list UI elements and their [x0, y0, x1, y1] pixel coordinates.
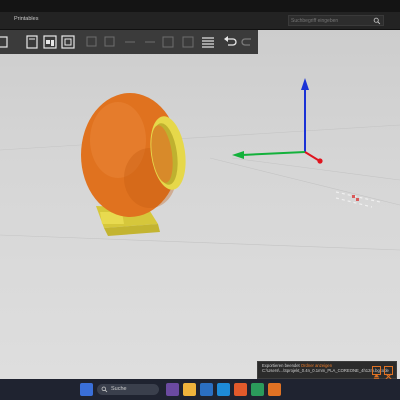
- axes-gizmo: [232, 78, 323, 164]
- split-icon: [61, 35, 75, 49]
- eject-button[interactable]: [372, 366, 381, 380]
- top-menu-bar: Printables: [0, 12, 400, 30]
- split-button[interactable]: [60, 34, 76, 50]
- duplicate-icon: [104, 36, 115, 47]
- copy-icon: [26, 35, 38, 49]
- cut-icon: [86, 36, 97, 47]
- arrange-icon: [0, 36, 8, 48]
- search-field[interactable]: [288, 15, 384, 26]
- edge-icon[interactable]: [251, 383, 264, 396]
- top-toolbar: [0, 30, 258, 54]
- undo-button[interactable]: [222, 34, 238, 50]
- cut-button[interactable]: [84, 34, 100, 50]
- taskbar-search[interactable]: Suche: [97, 384, 159, 395]
- variable-layer-button[interactable]: [180, 34, 196, 50]
- start-icon[interactable]: [80, 383, 93, 396]
- file-explorer-icon[interactable]: [183, 383, 196, 396]
- 3d-viewport[interactable]: [0, 30, 400, 379]
- windows-taskbar: Suche: [0, 379, 400, 400]
- delete-button[interactable]: [122, 34, 138, 50]
- printables-tab[interactable]: Printables: [14, 16, 38, 22]
- redo-icon: [241, 38, 251, 46]
- window-top-strip: [0, 0, 400, 12]
- delete-icon: [125, 41, 135, 43]
- layers-icon: [202, 37, 214, 48]
- office-icon[interactable]: [234, 383, 247, 396]
- undo-icon: [224, 36, 237, 46]
- store-icon[interactable]: [200, 383, 213, 396]
- arrange-button[interactable]: [0, 34, 10, 50]
- export-notification: Exportieren beendet Ordner anzeigen C:\U…: [257, 361, 397, 380]
- duplicate-button[interactable]: [102, 34, 118, 50]
- scene-canvas: [0, 78, 400, 251]
- taskbar-search-label: Suche: [111, 386, 127, 392]
- variable-layer-icon: [182, 36, 194, 48]
- paste-icon: [43, 35, 57, 49]
- close-notification-button[interactable]: [384, 366, 393, 380]
- search-input[interactable]: [291, 16, 371, 25]
- bed-grid: [0, 124, 400, 251]
- add-instance-icon: [145, 41, 155, 43]
- copy-button[interactable]: [24, 34, 40, 50]
- prusaslicer-icon[interactable]: [268, 383, 281, 396]
- copilot-icon[interactable]: [166, 383, 179, 396]
- instance-button[interactable]: [160, 34, 176, 50]
- mail-icon[interactable]: [217, 383, 230, 396]
- instance-icon: [162, 36, 174, 48]
- layers-button[interactable]: [200, 34, 216, 50]
- search-icon[interactable]: [373, 17, 381, 25]
- notification-text: Exportieren beendet Ordner anzeigen C:\U…: [262, 363, 389, 374]
- redo-button[interactable]: [240, 34, 256, 50]
- paste-button[interactable]: [42, 34, 58, 50]
- search-icon: [101, 386, 108, 393]
- export-path: C:\Users\...\Sprojekt_0.4n_0.1mm_PLA_COR…: [262, 367, 389, 373]
- add-instance-button[interactable]: [142, 34, 158, 50]
